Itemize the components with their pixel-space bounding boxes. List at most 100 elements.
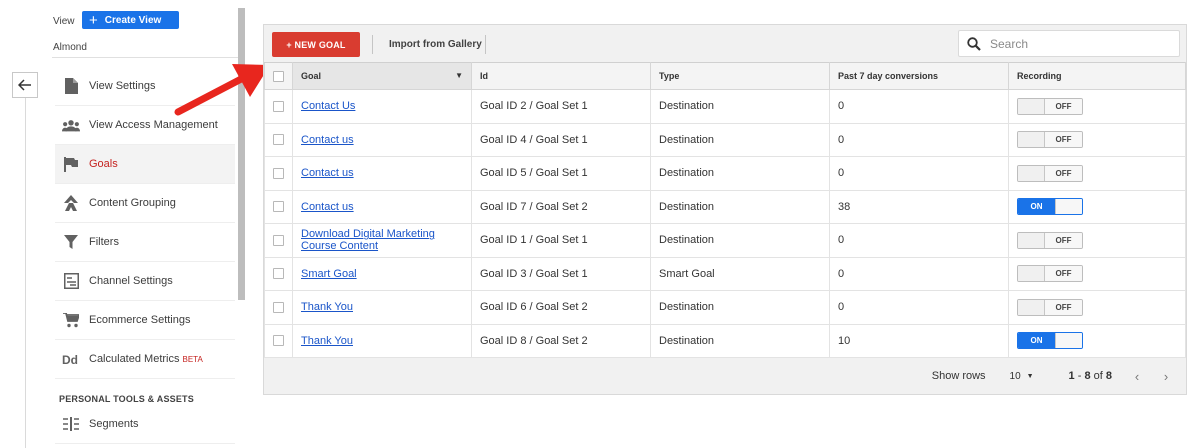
search-input[interactable] xyxy=(990,36,1160,51)
recording-toggle[interactable]: ON xyxy=(1017,332,1083,350)
row-checkbox[interactable] xyxy=(273,335,284,347)
goals-table: Goal ▼ Id Type Past 7 day conversions Rec… xyxy=(264,62,1186,358)
goal-cell: Contact Us xyxy=(292,89,472,124)
column-header-conversions[interactable]: Past 7 day conversions xyxy=(829,62,1009,90)
beta-badge: BETA xyxy=(182,354,203,364)
segments-icon xyxy=(62,415,80,433)
recording-toggle[interactable]: OFF xyxy=(1017,231,1083,249)
back-button[interactable] xyxy=(12,72,38,98)
recording-toggle[interactable]: OFF xyxy=(1017,131,1083,149)
row-checkbox[interactable] xyxy=(273,100,284,112)
pagination-range: 1 - 8 of 8 xyxy=(1068,370,1112,382)
row-checkbox[interactable] xyxy=(273,134,284,146)
recording-cell: OFF xyxy=(1008,256,1186,291)
column-header-id[interactable]: Id xyxy=(471,62,651,90)
toggle-state-label: ON xyxy=(1018,333,1055,349)
goal-link[interactable]: Thank You xyxy=(301,335,353,347)
rows-per-page-select[interactable]: 10 ▼ xyxy=(999,366,1045,386)
column-header-goal[interactable]: Goal ▼ xyxy=(292,62,472,90)
goal-link[interactable]: Download Digital Marketing Course Conten… xyxy=(301,228,471,252)
conversions-cell: 0 xyxy=(829,223,1009,258)
goal-link[interactable]: Contact Us xyxy=(301,100,355,112)
toggle-state-label: OFF xyxy=(1045,132,1082,148)
annotation-arrow xyxy=(174,64,270,116)
sidebar-item-label: Ecommerce Settings xyxy=(89,314,191,326)
view-label: View xyxy=(53,15,75,27)
sidebar-item-calculated-metrics[interactable]: Dd Calculated Metrics BETA xyxy=(55,340,235,379)
goal-type-cell: Destination xyxy=(650,89,830,124)
table-row: Thank You Goal ID 8 / Goal Set 2 Destinati… xyxy=(264,323,1186,358)
goal-type-cell: Smart Goal xyxy=(650,256,830,291)
goal-id-cell: Goal ID 3 / Goal Set 1 xyxy=(471,256,651,291)
recording-toggle[interactable]: OFF xyxy=(1017,265,1083,283)
recording-toggle[interactable]: OFF xyxy=(1017,164,1083,182)
toggle-state-label: OFF xyxy=(1045,165,1082,181)
row-select-cell xyxy=(264,290,293,325)
select-all-cell xyxy=(264,62,293,90)
create-view-label: Create View xyxy=(104,14,162,26)
goals-table-body: Contact Us Goal ID 2 / Goal Set 1 Destinat… xyxy=(264,89,1186,358)
toggle-knob xyxy=(1018,165,1045,181)
column-header-recording[interactable]: Recording xyxy=(1008,62,1186,90)
table-header-row: Goal ▼ Id Type Past 7 day conversions Rec… xyxy=(264,62,1186,90)
row-select-cell xyxy=(264,122,293,157)
sidebar-item-goals[interactable]: Goals xyxy=(55,145,235,184)
sidebar-item-ecommerce-settings[interactable]: Ecommerce Settings xyxy=(55,301,235,340)
toggle-state-label: OFF xyxy=(1045,266,1082,282)
goal-id-cell: Goal ID 7 / Goal Set 2 xyxy=(471,189,651,224)
goal-type-cell: Destination xyxy=(650,189,830,224)
new-goal-button[interactable]: + NEW GOAL xyxy=(272,32,360,57)
goal-id-cell: Goal ID 2 / Goal Set 1 xyxy=(471,89,651,124)
goal-type-cell: Destination xyxy=(650,156,830,191)
search-box[interactable] xyxy=(958,30,1180,57)
sidebar-item-channel-settings[interactable]: Channel Settings xyxy=(55,262,235,301)
recording-toggle[interactable]: OFF xyxy=(1017,298,1083,316)
goal-id-cell: Goal ID 6 / Goal Set 2 xyxy=(471,290,651,325)
row-checkbox[interactable] xyxy=(273,234,284,246)
gutter-divider xyxy=(25,90,26,448)
prev-page-icon[interactable]: ‹ xyxy=(1128,367,1146,385)
goal-cell: Contact us xyxy=(292,189,472,224)
next-page-icon[interactable]: › xyxy=(1157,367,1175,385)
goal-link[interactable]: Contact us xyxy=(301,134,354,146)
goal-link[interactable]: Contact us xyxy=(301,201,354,213)
create-view-button[interactable]: + Create View xyxy=(82,11,179,29)
toggle-knob xyxy=(1018,98,1045,114)
row-select-cell xyxy=(264,189,293,224)
toggle-knob xyxy=(1018,232,1045,248)
recording-cell: ON xyxy=(1008,323,1186,358)
toggle-knob xyxy=(1055,333,1082,349)
recording-cell: OFF xyxy=(1008,156,1186,191)
row-checkbox[interactable] xyxy=(273,268,284,280)
sort-down-icon: ▼ xyxy=(455,71,463,80)
row-checkbox[interactable] xyxy=(273,301,284,313)
sidebar-scrollbar[interactable] xyxy=(238,8,245,300)
goal-link[interactable]: Contact us xyxy=(301,167,354,179)
goal-type-cell: Destination xyxy=(650,323,830,358)
cart-icon xyxy=(62,311,80,329)
sidebar-item-label: Channel Settings xyxy=(89,275,173,287)
goal-link[interactable]: Smart Goal xyxy=(301,268,357,280)
sidebar-item-segments[interactable]: Segments xyxy=(55,405,235,444)
conversions-cell: 0 xyxy=(829,89,1009,124)
sidebar-item-filters[interactable]: Filters xyxy=(55,223,235,262)
goals-panel: + NEW GOAL Import from Gallery Goal▼ Id … xyxy=(263,24,1187,395)
row-checkbox[interactable] xyxy=(273,167,284,179)
column-header-type[interactable]: Type xyxy=(650,62,830,90)
document-icon xyxy=(62,77,80,95)
goal-link[interactable]: Thank You xyxy=(301,301,353,313)
recording-toggle[interactable]: OFF xyxy=(1017,97,1083,115)
search-icon xyxy=(967,36,981,51)
table-row: Contact Us Goal ID 2 / Goal Set 1 Destinat… xyxy=(264,89,1186,124)
sidebar-item-content-grouping[interactable]: Content Grouping xyxy=(55,184,235,223)
goal-cell: Contact us xyxy=(292,156,472,191)
sidebar-item-label: View Access Management xyxy=(89,119,218,131)
select-all-checkbox[interactable] xyxy=(273,70,284,82)
goal-type-cell: Destination xyxy=(650,122,830,157)
toggle-state-label: ON xyxy=(1018,199,1055,215)
import-from-gallery-button[interactable]: Import from Gallery xyxy=(378,32,493,57)
recording-toggle[interactable]: ON xyxy=(1017,198,1083,216)
row-select-cell xyxy=(264,156,293,191)
view-name[interactable]: Almond xyxy=(53,42,87,53)
row-checkbox[interactable] xyxy=(273,201,284,213)
